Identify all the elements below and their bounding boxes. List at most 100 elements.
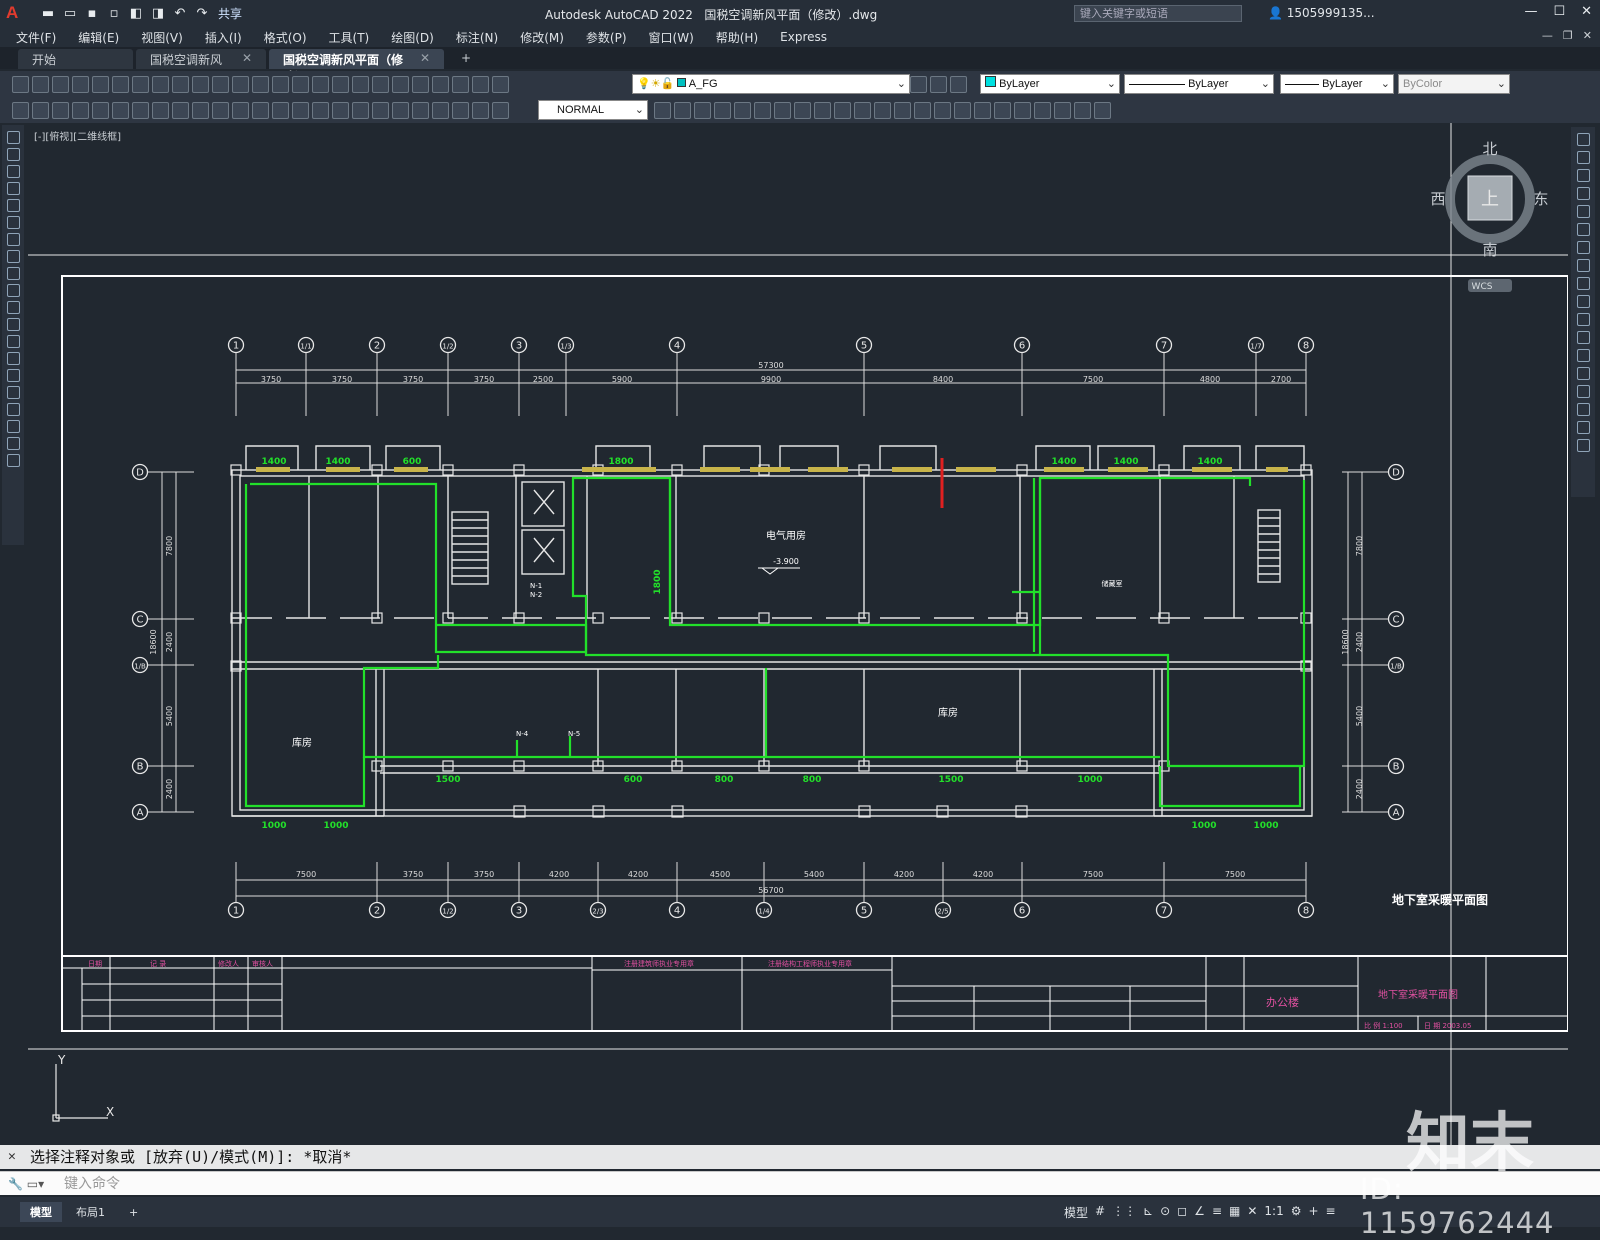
workspace-gear-icon[interactable]: ⚙ — [1291, 1204, 1302, 1221]
rotate-icon[interactable] — [1576, 241, 1590, 254]
extrude-icon[interactable] — [794, 101, 811, 119]
box-icon[interactable] — [654, 101, 671, 119]
explode-icon[interactable] — [1576, 439, 1590, 452]
zoom-previous-icon[interactable] — [332, 75, 349, 93]
cut-icon[interactable] — [152, 75, 169, 93]
dim-style-icon[interactable] — [392, 101, 409, 119]
dim-aligned-icon[interactable] — [32, 101, 49, 119]
doc-close-icon[interactable]: ✕ — [1583, 29, 1592, 42]
join-icon[interactable] — [1576, 367, 1590, 380]
tolerance-icon[interactable] — [272, 101, 289, 119]
union-icon[interactable] — [894, 101, 911, 119]
copy-icon[interactable] — [1576, 151, 1590, 164]
ellipse-icon[interactable] — [6, 284, 20, 297]
copy-icon[interactable] — [172, 75, 189, 93]
dim-break-icon[interactable] — [252, 101, 269, 119]
dim-text-edit-icon[interactable] — [352, 101, 369, 119]
save-icon[interactable] — [52, 75, 69, 93]
sphere-icon[interactable] — [674, 101, 691, 119]
doc-restore-icon[interactable]: ❐ — [1563, 29, 1573, 42]
offset-icon[interactable] — [1576, 187, 1590, 200]
arc-icon[interactable] — [6, 216, 20, 229]
new-icon[interactable] — [12, 75, 29, 93]
rotate-3d-icon[interactable] — [1074, 101, 1091, 119]
ortho-icon[interactable]: ⊾ — [1143, 1204, 1153, 1221]
trim-icon[interactable] — [1576, 295, 1590, 308]
menu-format[interactable]: 格式(O) — [264, 29, 307, 46]
save-icon[interactable]: ▪ — [84, 6, 100, 22]
dim-update-icon[interactable] — [372, 101, 389, 119]
tab-start[interactable]: 开始 — [18, 49, 133, 69]
break-icon[interactable] — [1576, 349, 1590, 362]
publish-icon[interactable]: ◧ — [128, 6, 144, 22]
tool-palette-icon[interactable] — [392, 75, 409, 93]
tab-model[interactable]: 模型 — [20, 1202, 62, 1222]
scale-icon[interactable] — [1576, 259, 1590, 272]
intersect-icon[interactable] — [934, 101, 951, 119]
polygon-icon[interactable] — [6, 182, 20, 195]
stretch-icon[interactable] — [1576, 277, 1590, 290]
make-block-icon[interactable] — [6, 335, 20, 348]
minimize-icon[interactable]: — — [1524, 4, 1537, 19]
preview-icon[interactable] — [92, 75, 109, 93]
dim-jogged-icon[interactable] — [112, 101, 129, 119]
menu-tools[interactable]: 工具(T) — [329, 29, 370, 46]
redo-icon[interactable]: ↷ — [194, 6, 210, 22]
text-icon[interactable] — [6, 437, 20, 450]
menu-view[interactable]: 视图(V) — [141, 29, 183, 46]
tab-drawing-1[interactable]: 国税空调新风平面1* ✕ — [136, 49, 266, 84]
color-dropdown[interactable]: ByLayer ⌄ — [980, 74, 1120, 94]
table-icon[interactable] — [6, 420, 20, 433]
open-icon[interactable] — [32, 75, 49, 93]
dimstyle-dropdown[interactable]: NORMAL ⌄ — [538, 100, 648, 120]
align-3d-icon[interactable] — [1094, 101, 1111, 119]
add-layout-button[interactable]: + — [119, 1204, 148, 1221]
otrack-icon[interactable]: ∠ — [1194, 1204, 1205, 1221]
center-mark-icon[interactable] — [292, 101, 309, 119]
command-options-icon[interactable]: 🔧 ▭▾ — [8, 1172, 44, 1196]
tab-drawing-active[interactable]: 国税空调新风平面（修改）* ✕ — [269, 49, 444, 84]
fillet-icon[interactable] — [1576, 403, 1590, 416]
annotation-icon[interactable]: ✕ — [1247, 1204, 1257, 1221]
inspect-icon[interactable] — [312, 101, 329, 119]
dim-diameter-icon[interactable] — [132, 101, 149, 119]
close-icon[interactable]: ✕ — [242, 51, 252, 67]
add-icon[interactable]: + — [1308, 1204, 1318, 1221]
publish-icon[interactable] — [112, 75, 129, 93]
slice-icon[interactable] — [954, 101, 971, 119]
menu-modify[interactable]: 修改(M) — [520, 29, 564, 46]
calc-icon[interactable] — [452, 75, 469, 93]
cone-icon[interactable] — [714, 101, 731, 119]
dim-linear-icon[interactable] — [12, 101, 29, 119]
zoom-window-icon[interactable] — [312, 75, 329, 93]
properties-icon[interactable] — [352, 75, 369, 93]
new-tab-button[interactable]: + — [447, 49, 477, 69]
dim-baseline-icon[interactable] — [192, 101, 209, 119]
viewcube-west[interactable]: 西 — [1430, 190, 1445, 208]
markup-icon[interactable] — [432, 75, 449, 93]
loft-icon[interactable] — [874, 101, 891, 119]
menu-express[interactable]: Express — [780, 30, 827, 44]
close-icon[interactable]: ✕ — [8, 1145, 16, 1169]
menu-dimension[interactable]: 标注(N) — [456, 29, 498, 46]
wedge-icon[interactable] — [734, 101, 751, 119]
doc-minimize-icon[interactable]: — — [1542, 29, 1553, 42]
quick-dim-icon[interactable] — [172, 101, 189, 119]
customize-icon[interactable]: ≡ — [1326, 1204, 1336, 1221]
lineweight-dropdown[interactable]: ByLayer ⌄ — [1280, 74, 1394, 94]
layer-match-icon[interactable] — [910, 75, 927, 93]
gradient-icon[interactable] — [6, 386, 20, 399]
search-input[interactable]: 键入关键字或短语 — [1074, 5, 1242, 22]
move-icon[interactable] — [1576, 223, 1590, 236]
insert-block-icon[interactable] — [6, 318, 20, 331]
autocad-logo-icon[interactable]: A — [6, 3, 28, 25]
plot-icon[interactable] — [72, 75, 89, 93]
dim-edit2-icon[interactable] — [492, 101, 509, 119]
shell-icon[interactable] — [1034, 101, 1051, 119]
save-as-icon[interactable]: ▫ — [106, 6, 122, 22]
rectangle-icon[interactable] — [6, 199, 20, 212]
dim-override-icon[interactable] — [412, 101, 429, 119]
3d-print-icon[interactable] — [132, 75, 149, 93]
subtract-icon[interactable] — [914, 101, 931, 119]
layer-properties-icon[interactable] — [492, 75, 509, 93]
